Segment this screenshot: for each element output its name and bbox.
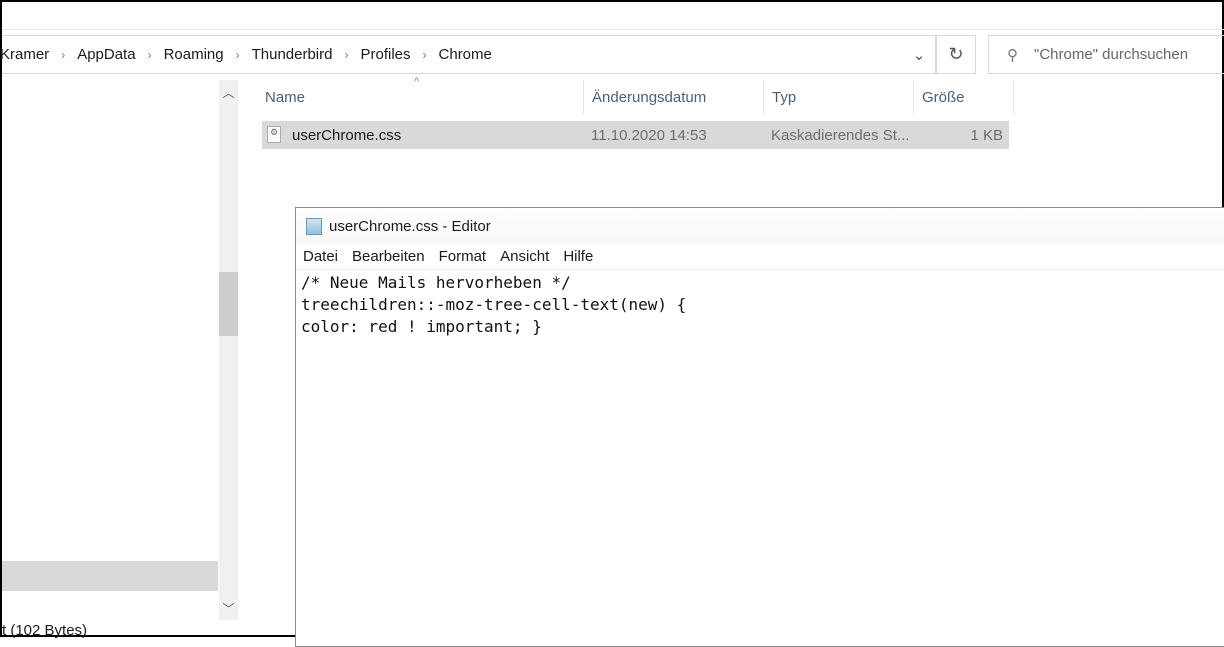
file-type: Kaskadierendes St... xyxy=(771,126,910,144)
file-row[interactable]: ⚙ userChrome.css 11.10.2020 14:53 Kaskad… xyxy=(262,121,1009,149)
search-icon: ⚲ xyxy=(1007,46,1018,64)
menu-hilfe[interactable]: Hilfe xyxy=(563,248,593,265)
refresh-icon: ↻ xyxy=(948,44,964,64)
chevron-right-icon[interactable]: › xyxy=(344,48,348,62)
breadcrumb-roaming[interactable]: Roaming xyxy=(164,46,224,63)
scrollbar-thumb[interactable] xyxy=(219,272,238,336)
column-header-type[interactable]: Typ xyxy=(764,80,914,114)
column-header-name[interactable]: Name xyxy=(257,80,584,114)
nav-pane-scrollbar[interactable] xyxy=(219,80,238,620)
column-header-date[interactable]: Änderungsdatum xyxy=(584,80,764,114)
breadcrumb-profiles[interactable]: Profiles xyxy=(360,46,410,63)
chevron-right-icon[interactable]: › xyxy=(236,48,240,62)
notepad-title: userChrome.css - Editor xyxy=(329,217,491,235)
notepad-menubar: Datei Bearbeiten Format Ansicht Hilfe xyxy=(296,244,1224,270)
scroll-up-icon[interactable]: ︿ xyxy=(219,84,238,101)
refresh-button[interactable]: ↻ xyxy=(936,35,976,74)
breadcrumb-chrome[interactable]: Chrome xyxy=(439,46,492,63)
search-placeholder: "Chrome" durchsuchen xyxy=(1034,46,1189,63)
notepad-titlebar[interactable]: userChrome.css - Editor xyxy=(296,208,1224,244)
file-date: 11.10.2020 14:53 xyxy=(591,126,707,144)
breadcrumb-kramer[interactable]: Kramer xyxy=(0,46,49,63)
menu-bearbeiten[interactable]: Bearbeiten xyxy=(352,248,425,265)
file-size: 1 KB xyxy=(970,126,1003,144)
breadcrumb-appdata[interactable]: AppData xyxy=(77,46,135,63)
css-file-icon: ⚙ xyxy=(267,126,281,143)
ribbon-divider xyxy=(2,29,1224,30)
file-name: userChrome.css xyxy=(292,126,402,144)
text-line: /* Neue Mails hervorheben */ xyxy=(301,273,571,292)
chevron-right-icon[interactable]: › xyxy=(61,48,65,62)
chevron-down-icon[interactable]: ⌄ xyxy=(902,35,936,74)
scroll-down-icon[interactable]: ﹀ xyxy=(219,600,238,617)
menu-ansicht[interactable]: Ansicht xyxy=(500,248,549,265)
menu-format[interactable]: Format xyxy=(439,248,487,265)
notepad-icon xyxy=(306,217,322,235)
status-bar-text: t (102 Bytes) xyxy=(2,622,88,639)
menu-datei[interactable]: Datei xyxy=(303,248,338,265)
nav-pane-selected-item[interactable] xyxy=(2,561,218,591)
column-header-size[interactable]: Größe xyxy=(914,80,1014,114)
notepad-window: userChrome.css - Editor Datei Bearbeiten… xyxy=(295,207,1224,647)
search-input[interactable]: ⚲ "Chrome" durchsuchen xyxy=(988,35,1224,74)
chevron-right-icon[interactable]: › xyxy=(423,48,427,62)
text-line: treechildren::-moz-tree-cell-text(new) { xyxy=(301,295,687,314)
notepad-text-area[interactable]: /* Neue Mails hervorheben */ treechildren… xyxy=(296,270,1224,338)
breadcrumb-thunderbird[interactable]: Thunderbird xyxy=(252,46,333,63)
text-line: color: red ! important; } xyxy=(301,317,542,336)
chevron-right-icon[interactable]: › xyxy=(148,48,152,62)
address-bar[interactable]: Kramer › AppData › Roaming › Thunderbird › P… xyxy=(0,35,936,74)
